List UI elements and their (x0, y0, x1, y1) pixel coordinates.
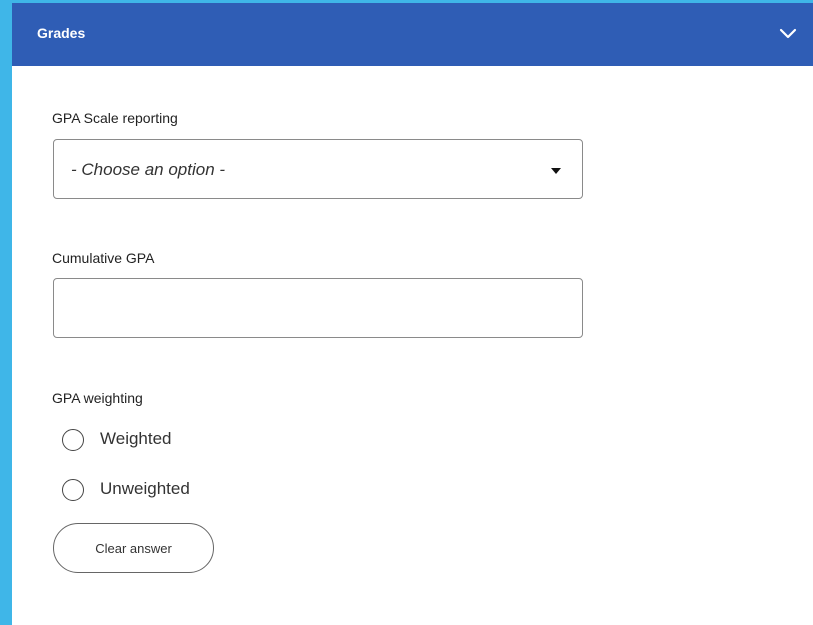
radio-label-weighted: Weighted (100, 429, 172, 448)
radio-button-weighted[interactable] (62, 429, 84, 451)
grades-section-header[interactable]: Grades (12, 0, 813, 66)
gpa-scale-label: GPA Scale reporting (52, 110, 178, 126)
radio-button-unweighted[interactable] (62, 479, 84, 501)
cumulative-gpa-label: Cumulative GPA (52, 250, 155, 266)
radio-label-unweighted: Unweighted (100, 479, 190, 498)
gpa-weighting-label: GPA weighting (52, 390, 143, 406)
clear-answer-button[interactable]: Clear answer (53, 523, 214, 573)
gpa-scale-selected-value: - Choose an option - (71, 160, 226, 179)
gpa-scale-select[interactable]: - Choose an option - (53, 139, 583, 199)
chevron-down-icon[interactable] (779, 27, 797, 41)
cumulative-gpa-input[interactable] (53, 278, 583, 338)
grades-panel: Grades GPA Scale reporting - Choose an o… (12, 0, 813, 625)
section-title: Grades (37, 25, 86, 41)
caret-down-icon (551, 168, 561, 174)
